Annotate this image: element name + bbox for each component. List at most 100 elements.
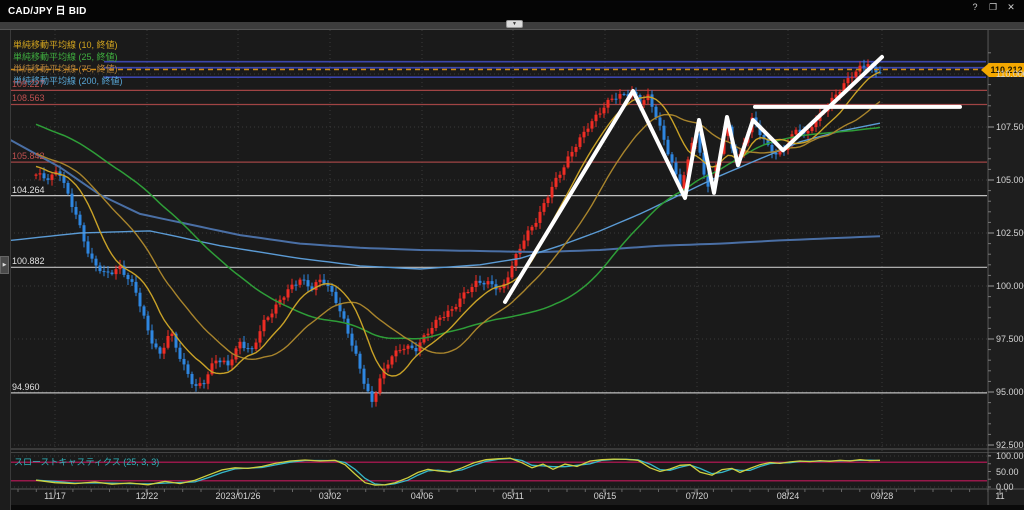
candle-body [458, 298, 462, 307]
candle-body [650, 94, 654, 107]
x-axis-label: 11/17 [44, 491, 66, 501]
y-axis-label: 100.000 [996, 281, 1024, 291]
y-axis-label: 92.500 [996, 440, 1024, 450]
price-level-label[interactable]: 94.960 [12, 382, 40, 392]
candle-body [574, 146, 578, 152]
candle-body [522, 240, 526, 249]
candle-body [146, 315, 150, 331]
candle-body [454, 306, 458, 310]
collapse-toolbar-button[interactable]: ▼ [506, 20, 523, 28]
candle-body [74, 206, 78, 215]
candle-body [370, 391, 374, 402]
price-level-label[interactable]: 105.842 [12, 151, 45, 161]
candle-body [102, 271, 106, 273]
price-level-label[interactable]: 109.227 [12, 79, 45, 89]
x-axis-label: 12/22 [135, 491, 159, 501]
close-icon[interactable]: ✕ [1004, 1, 1018, 13]
candle-body [262, 319, 266, 332]
candle-body [342, 311, 346, 319]
candle-body [394, 350, 398, 357]
x-axis-label: 09/28 [870, 491, 894, 501]
candle-body [478, 280, 482, 283]
candle-body [206, 374, 210, 384]
candle-body [530, 226, 534, 231]
candle-body [598, 113, 602, 115]
candle-body [198, 383, 202, 386]
candle-body [658, 117, 662, 126]
candle-body [234, 348, 238, 360]
x-axis-label: 05/11 [502, 491, 524, 501]
candle-body [386, 364, 390, 369]
bottom-strip [0, 505, 1024, 510]
stoch-axis-label: 100.00 [996, 451, 1024, 461]
candle-body [46, 178, 50, 180]
candle-body [534, 222, 538, 227]
x-axis-label: 03/02 [318, 491, 342, 501]
candle-body [526, 230, 530, 241]
legend-item-sma[interactable]: 単純移動平均線 (10, 終値) [13, 40, 118, 51]
candle-body [70, 193, 74, 207]
candle-body [606, 99, 610, 108]
legend-item-sma[interactable]: 単純移動平均線 (25, 終値) [13, 52, 118, 63]
candle-body [238, 341, 242, 349]
candle-body [866, 64, 870, 67]
y-axis-label: 102.500 [996, 228, 1024, 238]
candle-body [190, 373, 194, 385]
candle-body [610, 98, 614, 100]
candle-body [406, 345, 410, 349]
candle-body [346, 318, 350, 334]
candle-body [98, 265, 102, 272]
candle-body [302, 279, 306, 281]
price-level-label[interactable]: 100.882 [12, 256, 45, 266]
candle-body [130, 279, 134, 282]
candle-body [538, 211, 542, 223]
candle-body [106, 271, 110, 273]
candle-body [110, 272, 114, 275]
candle-body [34, 174, 38, 176]
candle-body [230, 359, 234, 366]
candle-body [442, 316, 446, 318]
title-bar[interactable]: CAD/JPY 日 BID ? ❐ ✕ [0, 0, 1024, 22]
candle-body [586, 128, 590, 132]
candle-body [466, 292, 470, 294]
maximize-icon[interactable]: ❐ [986, 1, 1000, 13]
candle-body [322, 279, 326, 284]
chart-window: CAD/JPY 日 BID ? ❐ ✕ ▼ ▶ 単純移動平均線 (10, 終値)… [0, 0, 1024, 510]
candle-body [858, 65, 862, 72]
candle-body [90, 253, 94, 259]
candle-body [134, 281, 138, 293]
candle-body [614, 98, 618, 100]
side-panel-expand-button[interactable]: ▶ [0, 256, 9, 274]
candle-body [330, 286, 334, 292]
candle-body [850, 77, 854, 79]
candle-body [666, 139, 670, 155]
candle-body [182, 358, 186, 365]
candle-body [194, 384, 198, 386]
candle-body [202, 383, 206, 385]
price-level-label[interactable]: 104.264 [12, 185, 45, 195]
candle-body [434, 319, 438, 328]
candle-body [294, 284, 298, 286]
help-icon[interactable]: ? [968, 1, 982, 13]
candle-body [246, 348, 250, 350]
candle-body [462, 292, 466, 299]
y-axis-label: 95.000 [996, 387, 1024, 397]
candle-body [62, 175, 66, 183]
x-axis-label: 07/20 [685, 491, 709, 501]
candle-body [178, 347, 182, 359]
window-title: CAD/JPY 日 BID [8, 6, 87, 17]
price-level-label[interactable]: 108.563 [12, 93, 45, 103]
candle-body [554, 177, 558, 187]
legend-item-sma[interactable]: 単純移動平均線 (75, 終値) [13, 64, 118, 75]
stochastics-label[interactable]: スローストキャスティクス (25, 3, 3) [14, 455, 159, 468]
candle-body [42, 173, 46, 179]
candle-body [662, 125, 666, 140]
y-axis-label: 110.000 [996, 69, 1024, 79]
candle-body [550, 186, 554, 198]
candle-body [170, 333, 174, 337]
candle-body [510, 265, 514, 278]
candle-body [426, 333, 430, 336]
candle-body [250, 348, 254, 350]
candle-body [358, 353, 362, 369]
candle-body [94, 258, 98, 266]
